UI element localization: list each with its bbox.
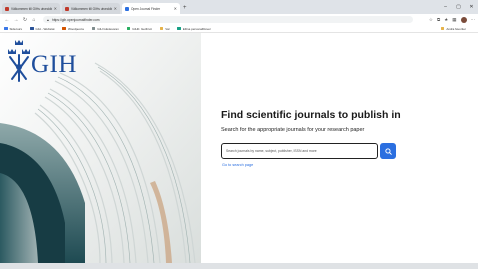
tab-bar: Välkommen till GIHs utvecklings... ✕ Väl… <box>0 0 478 14</box>
bookmark-item[interactable]: Val <box>159 26 170 31</box>
bookmark-label: Ellina personalblovel <box>182 26 211 31</box>
page-title: Find scientific journals to publish in <box>221 109 401 121</box>
bookmark-favicon-icon <box>62 26 66 31</box>
extensions-icon[interactable]: ⧉ <box>437 17 440 22</box>
taskbar-strip <box>0 263 478 269</box>
star-icon[interactable]: ☆ <box>429 17 433 23</box>
tab-favicon-icon <box>125 6 129 11</box>
bookmark-label: Woodpecca <box>67 26 84 31</box>
gih-logo[interactable]: GIH <box>4 37 84 87</box>
tab-favicon-icon <box>65 6 69 11</box>
bookmark-item[interactable]: GIHb: GetFruit <box>126 26 152 31</box>
close-tab-icon[interactable]: ✕ <box>54 6 57 11</box>
journal-search-input[interactable] <box>221 143 378 159</box>
plus-icon[interactable]: + <box>183 3 187 14</box>
bookmark-item[interactable]: GIH Gävlesoran <box>91 26 119 31</box>
close-window-icon[interactable]: ✕ <box>465 0 478 14</box>
address-bar[interactable]: 🔒︎ https://gih.openjournalfinder.com <box>43 16 413 23</box>
home-icon[interactable]: ⌂ <box>30 16 38 24</box>
bookmark-item[interactable]: Sida kurs <box>4 27 22 31</box>
bookmark-favicon-icon <box>4 26 8 31</box>
search-button[interactable] <box>380 143 396 159</box>
bookmark-favicon-icon <box>30 26 34 31</box>
tab-favicon-icon <box>5 6 9 11</box>
minimize-icon[interactable]: – <box>439 0 452 14</box>
hero-image: GIH <box>0 33 201 263</box>
collections-icon[interactable]: ▦ <box>452 17 456 23</box>
go-to-search-page-link[interactable]: Go to search page <box>222 163 253 167</box>
bookmark-item[interactable]: GIH - Webstat <box>30 27 54 31</box>
tab-gih-1[interactable]: Välkommen till GIHs utvecklings... ✕ <box>2 3 60 14</box>
address-text: https://gih.openjournalfinder.com <box>51 17 100 22</box>
bookmark-label: GIH Gävlesoran <box>97 26 119 31</box>
folder-icon <box>159 26 164 31</box>
bookmarks-bar: Sida kurs GIH - Webstat Woodpecca GIH Gä… <box>0 25 478 33</box>
maximize-icon[interactable]: ▢ <box>452 0 465 14</box>
bookmark-label: GIHb: GetFruit <box>132 26 152 31</box>
close-tab-icon[interactable]: ✕ <box>174 6 177 11</box>
tab-gih-2[interactable]: Välkommen till GIHs utvecklings... ✕ <box>62 3 120 14</box>
close-tab-icon[interactable]: ✕ <box>114 6 117 11</box>
forward-icon[interactable]: → <box>12 16 20 24</box>
bookmark-favicon-icon <box>126 26 131 31</box>
bookmark-item[interactable]: Ellina personalblovel <box>177 27 210 31</box>
back-icon[interactable]: ← <box>3 16 11 24</box>
browser-toolbar: ← → ↻ ⌂ 🔒︎ https://gih.openjournalfinder… <box>0 14 478 25</box>
search-icon <box>384 147 392 155</box>
main-content: Find scientific journals to publish in S… <box>201 33 478 263</box>
tab-label: Open Journal Finder <box>131 6 161 11</box>
bookmark-label: Val <box>165 26 170 31</box>
avatar[interactable] <box>460 16 467 23</box>
more-icon[interactable]: ⋯ <box>471 17 476 23</box>
bookmark-label: Andra favoriter <box>446 26 466 31</box>
page-subtitle: Search for the appropriate journals for … <box>221 127 365 133</box>
other-favorites[interactable]: Andra favoriter <box>440 26 466 31</box>
lock-icon: 🔒︎ <box>47 17 49 22</box>
logo-wordmark: GIH <box>31 51 77 78</box>
toolbar-actions: ☆ ⧉ ★ ▦ ⋯ <box>425 16 476 23</box>
folder-icon <box>440 26 445 31</box>
bookmark-favicon-icon <box>91 26 96 31</box>
reload-icon[interactable]: ↻ <box>21 16 29 24</box>
bookmark-favicon-icon <box>177 26 181 31</box>
tab-label: Välkommen till GIHs utvecklings... <box>71 6 112 11</box>
bookmark-item[interactable]: Woodpecca <box>62 26 84 31</box>
tab-open-journal-finder[interactable]: Open Journal Finder ✕ <box>122 3 180 14</box>
window-controls: – ▢ ✕ <box>439 0 478 14</box>
tab-label: Välkommen till GIHs utvecklings... <box>11 6 52 11</box>
bookmark-label: GIH - Webstat <box>35 26 55 31</box>
bookmark-label: Sida kurs <box>9 26 23 31</box>
favorites-icon[interactable]: ★ <box>444 17 448 23</box>
